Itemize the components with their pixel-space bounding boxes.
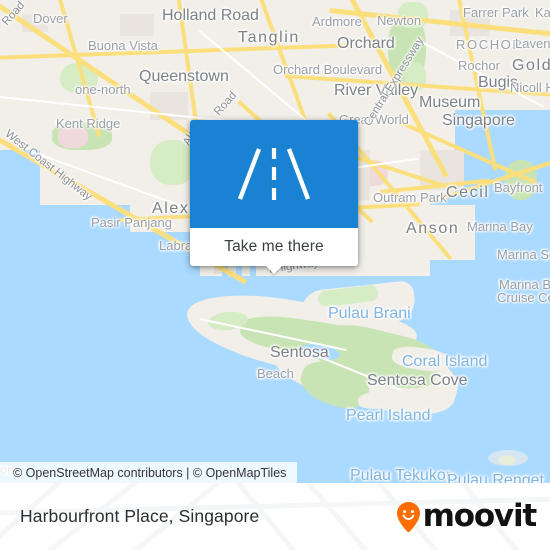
footer-content: Harbourfront Place, Singapore moovit	[0, 483, 550, 550]
attribution-text[interactable]: © OpenStreetMap contributors | © OpenMap…	[13, 466, 286, 480]
card-pointer	[265, 265, 283, 274]
moovit-wordmark: moovit	[422, 498, 538, 534]
map-screenshot: Dover Holland Road Ardmore Newton Farrer Par…	[0, 0, 550, 550]
card-footer[interactable]: Take me there	[190, 228, 358, 266]
footer-bar: Harbourfront Place, Singapore moovit	[0, 483, 550, 550]
road-icon	[237, 148, 311, 200]
moovit-logo[interactable]: moovit	[396, 498, 538, 534]
blocks-holland	[120, 14, 154, 36]
map-attribution: © OpenStreetMap contributors | © OpenMap…	[0, 462, 297, 483]
card-header	[190, 120, 358, 228]
water-westcoast	[0, 150, 40, 240]
moovit-pin-icon	[396, 501, 420, 532]
take-me-there-button[interactable]: Take me there	[224, 238, 324, 256]
location-info-card[interactable]: Take me there	[190, 120, 358, 274]
islet-renget-land	[488, 450, 528, 466]
area-nus	[58, 126, 88, 148]
place-title: Harbourfront Place, Singapore	[20, 506, 260, 526]
map-canvas[interactable]: Dover Holland Road Ardmore Newton Farrer Par…	[0, 0, 550, 483]
